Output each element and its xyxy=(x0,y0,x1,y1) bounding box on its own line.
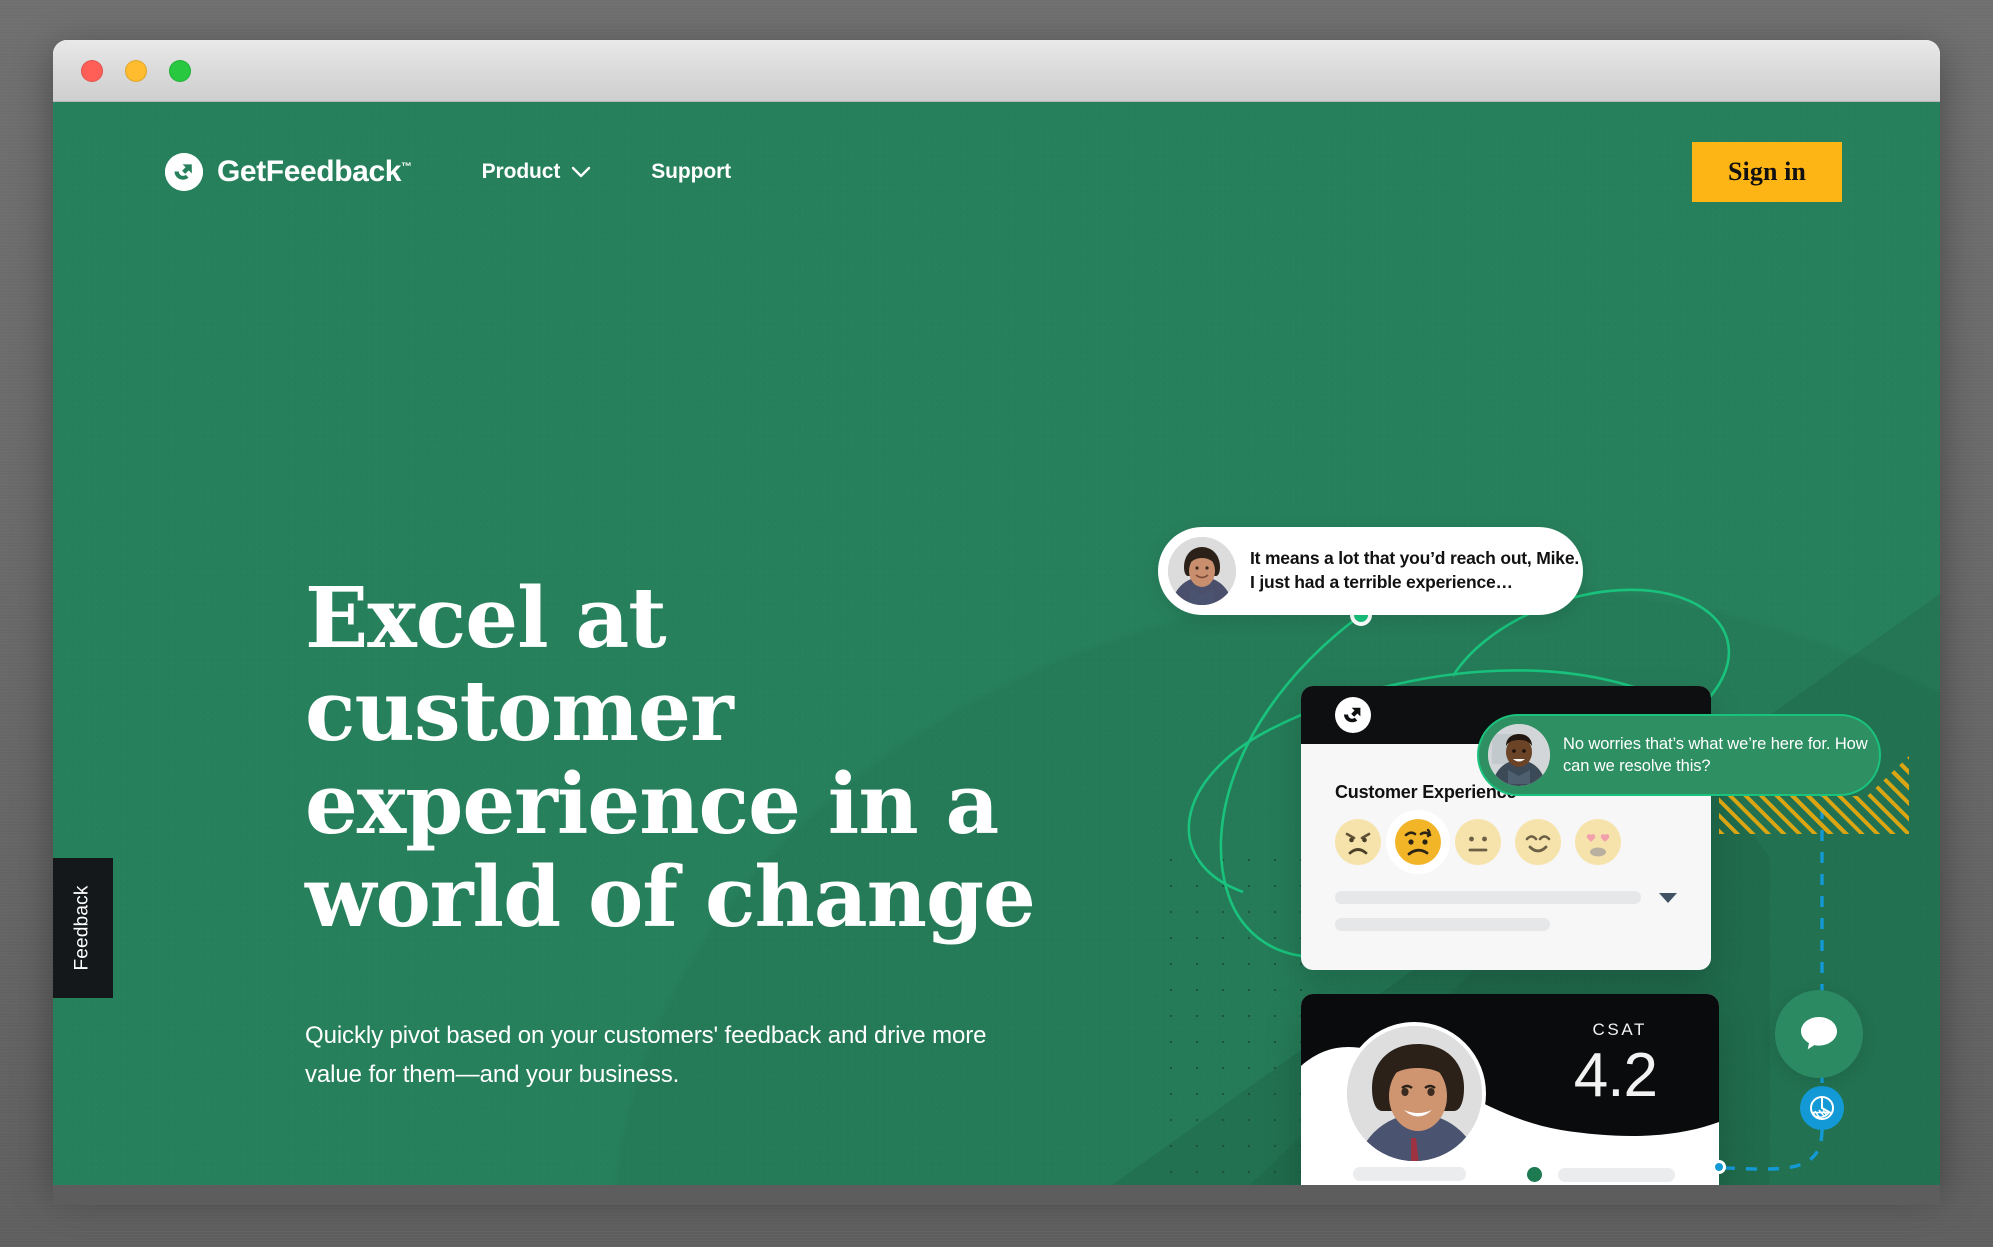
close-window-button[interactable] xyxy=(81,59,103,82)
dot-grid-pattern xyxy=(1158,847,1318,1185)
csat-detail-left xyxy=(1353,1167,1482,1185)
feedback-side-tab-label: Feedback xyxy=(72,885,94,971)
pie-chart-icon xyxy=(1810,1096,1834,1120)
page-title: Excel at customer experience in a world … xyxy=(305,569,1036,946)
csat-score: 4.2 xyxy=(1573,1041,1658,1110)
chat-launcher-button[interactable] xyxy=(1775,990,1863,1078)
pie-chart-badge[interactable] xyxy=(1800,1086,1844,1130)
minimize-window-button[interactable] xyxy=(125,59,147,82)
desktop-background: GetFeedback™ Product Support Sign in Fee… xyxy=(0,0,1993,1247)
brand-name-text: GetFeedback xyxy=(217,155,402,188)
customer-message-text: It means a lot that you’d reach out, Mik… xyxy=(1250,548,1580,592)
legend-dot-primary xyxy=(1526,1167,1542,1182)
placeholder-bar xyxy=(1335,891,1641,904)
getfeedback-logo-icon xyxy=(165,153,203,191)
connector-node-blue xyxy=(1712,1160,1726,1174)
chat-bubble-icon xyxy=(1801,1017,1837,1050)
brand-name: GetFeedback™ xyxy=(217,155,412,189)
legend-row xyxy=(1526,1167,1675,1182)
worried-face-icon[interactable] xyxy=(1386,810,1450,874)
placeholder-bar xyxy=(1335,918,1551,931)
csat-card: CSAT 4.2 xyxy=(1301,994,1719,1185)
site-navigation: GetFeedback™ Product Support Sign in xyxy=(53,102,1940,242)
hero-content: Excel at customer experience in a world … xyxy=(305,572,1105,1095)
angry-face-icon[interactable] xyxy=(1335,819,1381,865)
neutral-face-icon[interactable] xyxy=(1455,819,1501,865)
survey-rating-faces xyxy=(1335,810,1677,874)
hero-subtitle: Quickly pivot based on your customers' f… xyxy=(305,1021,987,1089)
respondent-avatar xyxy=(1343,1022,1486,1165)
nav-item-support-label: Support xyxy=(651,160,732,183)
agent-message-text: No worries that’s what we’re here for. H… xyxy=(1563,734,1868,775)
chevron-down-icon xyxy=(572,166,591,178)
sign-in-button[interactable]: Sign in xyxy=(1691,142,1842,202)
nav-item-support[interactable]: Support xyxy=(651,160,731,184)
placeholder-bar xyxy=(1557,1167,1675,1182)
feedback-side-tab[interactable]: Feedback xyxy=(53,858,113,998)
window-bottom-edge xyxy=(53,1185,1940,1205)
survey-answer-row xyxy=(1335,891,1677,904)
window-controls xyxy=(81,59,191,82)
nav-item-product-label: Product xyxy=(481,160,561,183)
nav-links: Product Support xyxy=(482,160,732,184)
nav-item-product[interactable]: Product xyxy=(482,160,592,184)
csat-card-details xyxy=(1353,1167,1675,1185)
browser-window: GetFeedback™ Product Support Sign in Fee… xyxy=(53,40,1940,1185)
getfeedback-logo-icon xyxy=(1335,697,1371,733)
agent-message-bubble: No worries that’s what we’re here for. H… xyxy=(1477,714,1881,796)
csat-label: CSAT xyxy=(1592,1020,1647,1039)
placeholder-bar xyxy=(1353,1167,1467,1181)
browser-title-bar xyxy=(53,40,1940,102)
caret-down-icon[interactable] xyxy=(1659,892,1677,903)
smiling-face-icon[interactable] xyxy=(1515,819,1561,865)
csat-detail-legend xyxy=(1526,1167,1675,1185)
heart-eyes-face-icon[interactable] xyxy=(1575,819,1621,865)
trademark-symbol: ™ xyxy=(401,161,412,173)
agent-avatar xyxy=(1488,724,1550,786)
zoom-window-button[interactable] xyxy=(169,59,191,82)
customer-avatar xyxy=(1168,537,1236,605)
brand-logo[interactable]: GetFeedback™ xyxy=(165,153,412,191)
page-hero-section: GetFeedback™ Product Support Sign in Fee… xyxy=(53,102,1940,1185)
customer-message-bubble: It means a lot that you’d reach out, Mik… xyxy=(1158,527,1583,615)
